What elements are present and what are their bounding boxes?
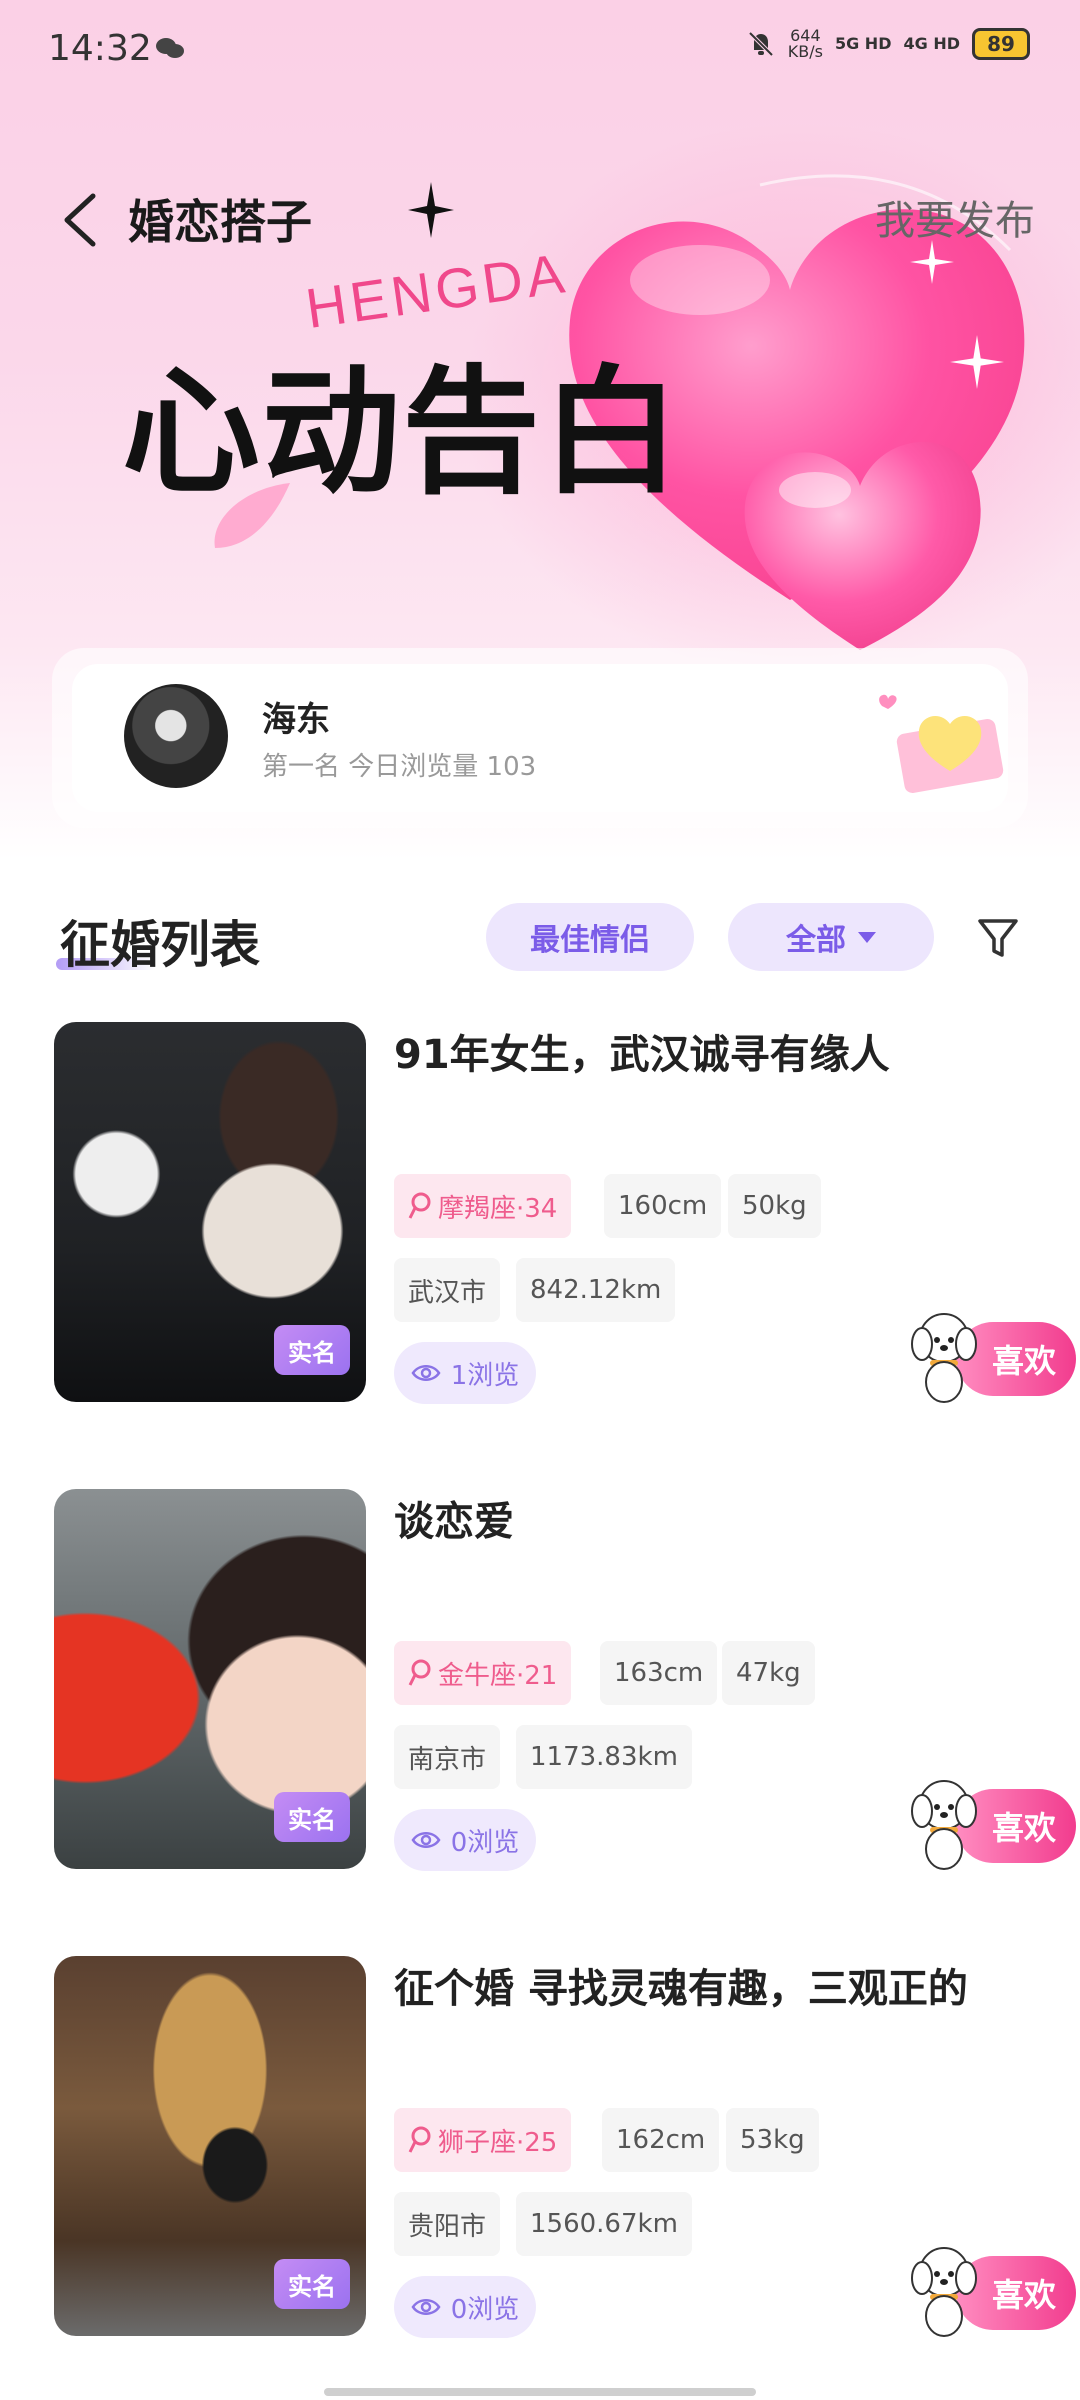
views-text: 0浏览 <box>450 2294 520 2325</box>
distance-tag: 1560.67km <box>516 2192 692 2256</box>
top-user-rank: 第一名 今日浏览量 103 <box>262 752 537 782</box>
eye-icon <box>411 2299 441 2315</box>
views-text: 1浏览 <box>450 1360 520 1391</box>
home-indicator[interactable] <box>324 2388 756 2396</box>
filter-all-dropdown[interactable]: 全部 <box>728 903 934 971</box>
status-time: 14:32 <box>48 28 152 69</box>
back-arrow-icon[interactable] <box>55 190 105 250</box>
gift-envelope-icon <box>879 694 1004 793</box>
page-title: 婚恋搭子 <box>128 195 312 249</box>
city-tag: 南京市 <box>394 1725 501 1789</box>
signal-5g: 5G HD <box>834 34 892 53</box>
filter-all-label: 全部 <box>786 923 846 958</box>
verified-badge: 实名 <box>274 2259 350 2309</box>
views-text: 0浏览 <box>450 1827 520 1858</box>
height-tag: 163cm <box>600 1641 718 1705</box>
height-tag: 162cm <box>602 2108 720 2172</box>
zodiac-text: 摩羯座·34 <box>438 1193 558 1224</box>
distance-tag: 842.12km <box>516 1258 676 1322</box>
status-bar: 14:32 644 KB/s 5G HD 4G HD 89 <box>0 0 1080 100</box>
filter-icon[interactable] <box>975 915 1021 961</box>
signal-4g: 4G HD <box>903 34 960 53</box>
city-tag: 贵阳市 <box>394 2192 501 2256</box>
banner-headline: 心动告白 <box>122 350 683 513</box>
sparkle-icon <box>950 335 1004 389</box>
weight-tag: 50kg <box>728 1174 821 1238</box>
zodiac-icon <box>408 1659 431 1686</box>
listing-card[interactable]: 实名 征个婚 寻找灵魂有趣，三观正的 狮子座·25 162cm 53kg 贵阳市… <box>54 1956 1076 2341</box>
net-speed-unit: KB/s <box>787 42 823 61</box>
publish-button[interactable]: 我要发布 <box>875 188 1035 246</box>
mute-bell-icon <box>748 31 774 57</box>
listing-title: 谈恋爱 <box>394 1499 514 1545</box>
weight-tag: 47kg <box>722 1641 815 1705</box>
views-badge: 0浏览 <box>394 2276 536 2338</box>
top-user-card[interactable]: 海东 第一名 今日浏览量 103 <box>52 648 1028 828</box>
distance-tag: 1173.83km <box>516 1725 692 1789</box>
views-badge: 1浏览 <box>394 1342 536 1404</box>
zodiac-text: 狮子座·25 <box>438 2127 558 2158</box>
avatar[interactable] <box>124 684 228 788</box>
listing-title: 征个婚 寻找灵魂有趣，三观正的 <box>394 1966 968 2012</box>
listing-card[interactable]: 实名 谈恋爱 金牛座·21 163cm 47kg 南京市 1173.83km 0… <box>54 1489 1076 1874</box>
eye-icon <box>411 1832 441 1848</box>
zodiac-tag: 摩羯座·34 <box>394 1174 572 1238</box>
zodiac-icon <box>408 1192 431 1219</box>
verified-badge: 实名 <box>274 1792 350 1842</box>
listing-title: 91年女生，武汉诚寻有缘人 <box>394 1032 890 1078</box>
like-button[interactable]: 喜欢 <box>904 2247 1076 2337</box>
zodiac-tag: 狮子座·25 <box>394 2108 572 2172</box>
city-tag: 武汉市 <box>394 1258 501 1322</box>
filter-best-couple-label: 最佳情侣 <box>530 923 650 958</box>
zodiac-tag: 金牛座·21 <box>394 1641 572 1705</box>
section-title: 征婚列表 <box>60 916 260 974</box>
eye-icon <box>411 1365 441 1381</box>
top-user-name: 海东 <box>262 700 330 740</box>
puppy-icon <box>911 2247 977 2337</box>
height-tag: 160cm <box>604 1174 722 1238</box>
battery-level: 89 <box>972 28 1030 60</box>
status-right: 644 KB/s 5G HD 4G HD 89 <box>746 28 1030 60</box>
nav-bar: 婚恋搭子 我要发布 <box>0 170 1080 260</box>
net-speed: 644 KB/s <box>788 28 823 60</box>
like-button[interactable]: 喜欢 <box>904 1780 1076 1870</box>
views-badge: 0浏览 <box>394 1809 536 1871</box>
puppy-icon <box>911 1780 977 1870</box>
listing-card[interactable]: 实名 91年女生，武汉诚寻有缘人 摩羯座·34 160cm 50kg 武汉市 8… <box>54 1022 1076 1407</box>
top-user-card-inner: 海东 第一名 今日浏览量 103 <box>72 664 1008 812</box>
wechat-icon <box>156 38 184 58</box>
weight-tag: 53kg <box>726 2108 819 2172</box>
like-button[interactable]: 喜欢 <box>904 1313 1076 1403</box>
small-heart-icon <box>744 441 981 650</box>
zodiac-text: 金牛座·21 <box>438 1660 558 1691</box>
zodiac-icon <box>408 2126 431 2153</box>
puppy-icon <box>911 1313 977 1403</box>
filter-best-couple-button[interactable]: 最佳情侣 <box>486 903 694 971</box>
caret-down-icon <box>858 931 876 943</box>
verified-badge: 实名 <box>274 1325 350 1375</box>
